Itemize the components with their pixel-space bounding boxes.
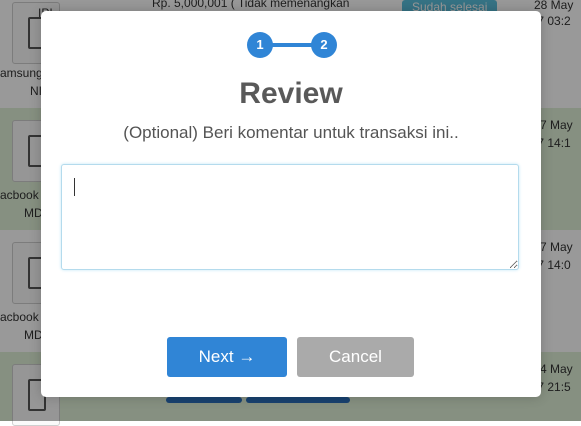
- step-connector: [267, 43, 317, 47]
- modal-title: Review: [239, 77, 343, 110]
- progress-steps: 1 2: [247, 32, 337, 58]
- next-button[interactable]: Next →: [167, 337, 287, 377]
- modal-subtitle: (Optional) Beri komentar untuk transaksi…: [123, 123, 459, 142]
- text-cursor: [74, 178, 75, 196]
- review-comment-textarea[interactable]: [61, 164, 519, 270]
- step-2: 2: [311, 32, 337, 58]
- step-1: 1: [247, 32, 273, 58]
- cancel-button[interactable]: Cancel: [297, 337, 414, 377]
- review-modal: 1 2 Review (Optional) Beri komentar untu…: [41, 11, 541, 397]
